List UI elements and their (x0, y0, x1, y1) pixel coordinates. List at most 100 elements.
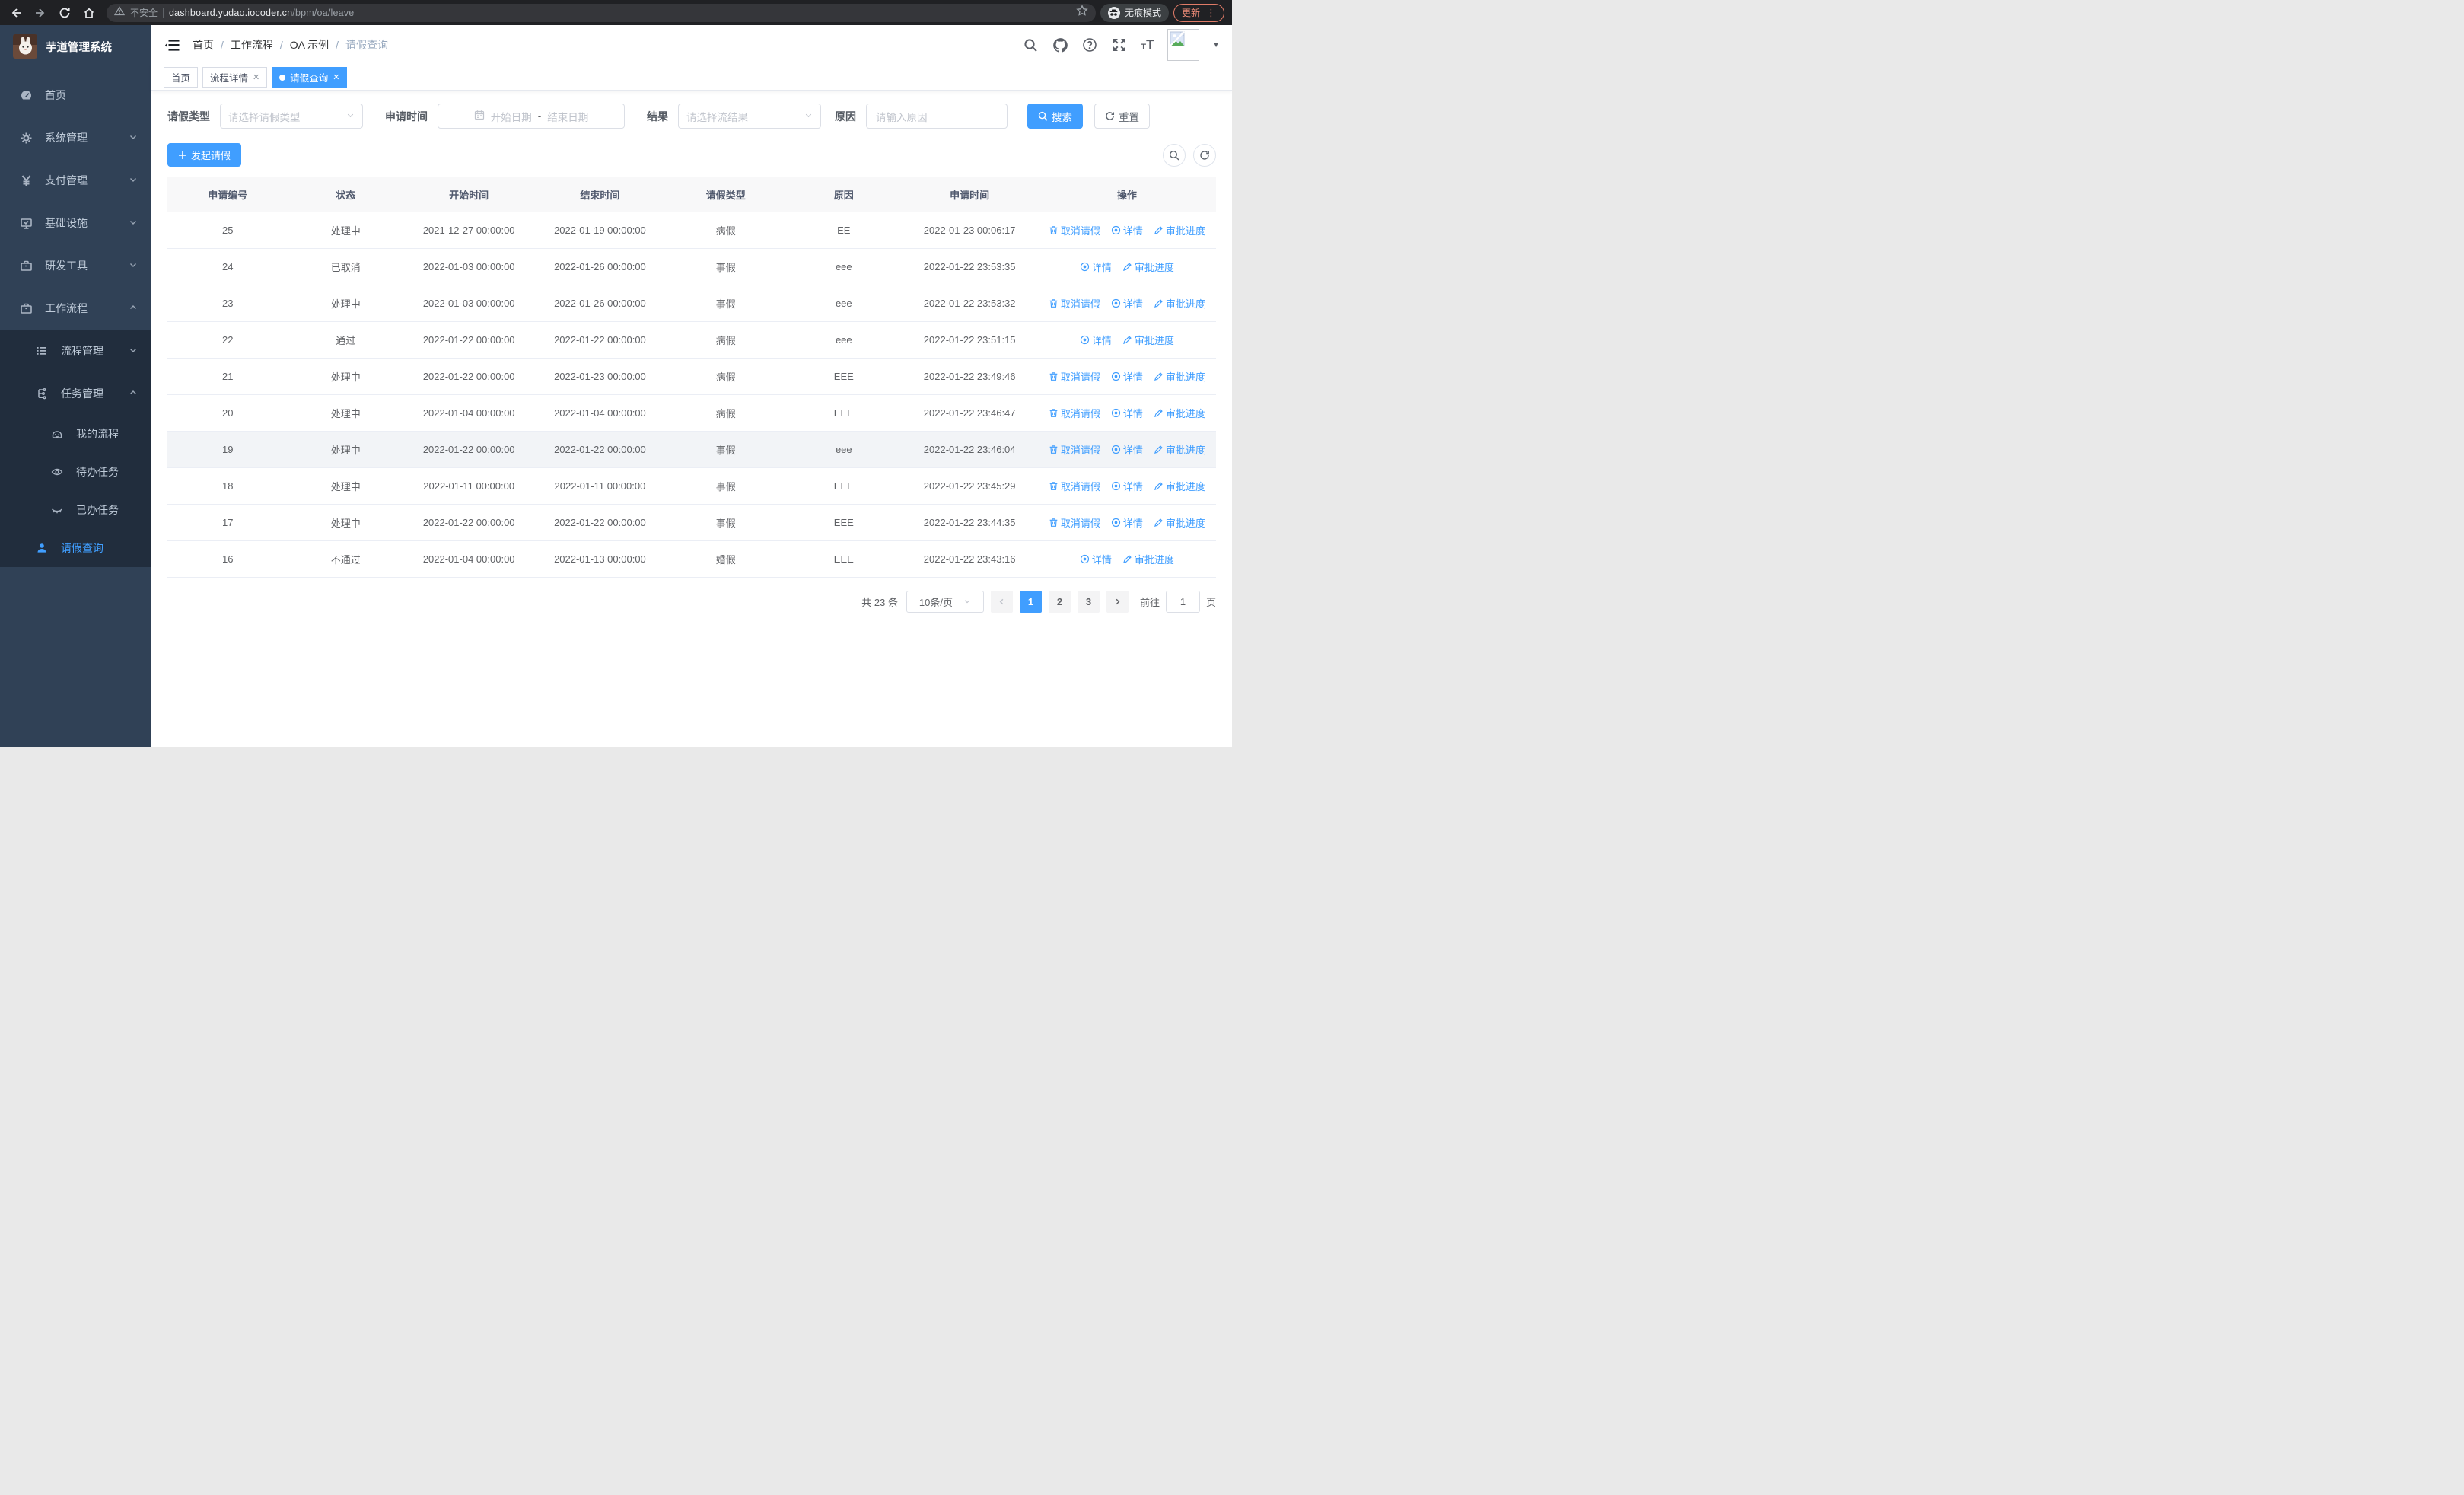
total-count: 共 23 条 (861, 596, 898, 608)
forward-icon[interactable] (32, 5, 49, 21)
url-bar[interactable]: 不安全 dashboard.yudao.iocoder.cn/bpm/oa/le… (107, 3, 1096, 22)
row-action-progress[interactable]: 审批进度 (1154, 442, 1205, 457)
row-action-label: 取消请假 (1060, 444, 1100, 456)
sidebar-item-done-tasks[interactable]: 已办任务 (0, 491, 151, 529)
row-action-detail[interactable]: 详情 (1080, 333, 1112, 347)
row-action-detail[interactable]: 详情 (1111, 296, 1143, 311)
sidebar-item-workflow[interactable]: 工作流程 (0, 287, 151, 330)
sidebar-item-process-mgmt[interactable]: 流程管理 (0, 330, 151, 372)
reason-input[interactable]: 请输入原因 (866, 104, 1008, 129)
search-icon[interactable] (1022, 37, 1039, 53)
sidebar-collapse-icon[interactable] (164, 37, 180, 53)
row-action-progress[interactable]: 审批进度 (1122, 552, 1174, 566)
create-leave-button[interactable]: 发起请假 (167, 143, 242, 167)
row-action-detail[interactable]: 详情 (1111, 223, 1143, 237)
row-action-cancel[interactable]: 取消请假 (1049, 223, 1100, 237)
table-row: 16 不通过 2022-01-04 00:00:00 2022-01-13 00:00… (167, 540, 1216, 578)
fullscreen-icon[interactable] (1111, 37, 1128, 53)
search-button[interactable]: 搜索 (1027, 104, 1083, 129)
row-action-detail[interactable]: 详情 (1111, 369, 1143, 384)
avatar[interactable] (1167, 29, 1200, 61)
date-range-picker[interactable]: 开始日期 - 结束日期 (438, 104, 625, 129)
row-action-progress[interactable]: 审批进度 (1122, 333, 1174, 347)
row-action-cancel[interactable]: 取消请假 (1049, 296, 1100, 311)
next-page-button[interactable] (1106, 590, 1129, 613)
row-action-progress[interactable]: 审批进度 (1122, 260, 1174, 274)
row-action-progress[interactable]: 审批进度 (1154, 369, 1205, 384)
close-icon[interactable]: ✕ (333, 72, 339, 82)
bookmark-star-icon[interactable] (1076, 5, 1088, 21)
cell-type: 婚假 (665, 540, 787, 578)
leave-type-select[interactable]: 请选择请假类型 (220, 104, 363, 129)
browser-menu-icon[interactable]: ⋮ (1206, 7, 1216, 19)
row-action-label: 审批进度 (1165, 407, 1205, 419)
cell-actions: 取消请假 详情 审批进度 (1037, 467, 1216, 505)
result-select[interactable]: 请选择流结果 (678, 104, 821, 129)
active-dot (279, 74, 286, 81)
row-action-detail[interactable]: 详情 (1080, 552, 1112, 566)
sidebar-item-leave-query[interactable]: 请假查询 (0, 529, 151, 567)
cell-type: 病假 (665, 358, 787, 395)
tag-home[interactable]: 首页 (164, 67, 199, 88)
reset-button[interactable]: 重置 (1094, 104, 1150, 129)
row-action-detail[interactable]: 详情 (1111, 442, 1143, 457)
row-action-progress[interactable]: 审批进度 (1154, 515, 1205, 530)
cell-apply_time: 2022-01-22 23:44:35 (901, 504, 1038, 541)
security-label: 不安全 (130, 8, 158, 18)
tag-leave-query[interactable]: 请假查询 ✕ (272, 67, 348, 88)
sidebar-item-my-process[interactable]: 我的流程 (0, 415, 151, 453)
row-action-cancel[interactable]: 取消请假 (1049, 515, 1100, 530)
sidebar-logo[interactable]: 芋道管理系统 (0, 25, 151, 68)
page-button-1[interactable]: 1 (1019, 590, 1042, 613)
sidebar-item-home[interactable]: 首页 (0, 74, 151, 116)
help-icon[interactable] (1081, 37, 1098, 53)
sidebar-item-payment[interactable]: 支付管理 (0, 159, 151, 202)
cell-type: 事假 (665, 248, 787, 285)
row-action-progress[interactable]: 审批进度 (1154, 223, 1205, 237)
sidebar-item-infra[interactable]: 基础设施 (0, 202, 151, 244)
github-icon[interactable] (1052, 37, 1068, 53)
back-icon[interactable] (8, 5, 24, 21)
row-action-cancel[interactable]: 取消请假 (1049, 442, 1100, 457)
cell-id: 16 (167, 540, 288, 578)
row-action-cancel[interactable]: 取消请假 (1049, 479, 1100, 493)
toggle-search-button[interactable] (1163, 143, 1186, 167)
reload-icon[interactable] (56, 5, 73, 21)
sidebar-item-label: 研发工具 (45, 260, 88, 272)
sidebar-item-devtools[interactable]: 研发工具 (0, 244, 151, 287)
delete-icon (1049, 298, 1059, 308)
page-button-2[interactable]: 2 (1048, 590, 1071, 613)
font-size-icon[interactable]: TT (1141, 38, 1154, 52)
row-action-progress[interactable]: 审批进度 (1154, 296, 1205, 311)
row-action-detail[interactable]: 详情 (1111, 406, 1143, 420)
row-action-progress[interactable]: 审批进度 (1154, 406, 1205, 420)
row-action-progress[interactable]: 审批进度 (1154, 479, 1205, 493)
row-action-cancel[interactable]: 取消请假 (1049, 406, 1100, 420)
home-icon[interactable] (81, 5, 97, 21)
breadcrumb-workflow[interactable]: 工作流程 (231, 37, 273, 53)
placeholder: 请选择请假类型 (228, 111, 301, 123)
breadcrumb-oa-example[interactable]: OA 示例 (290, 37, 329, 53)
close-icon[interactable]: ✕ (253, 72, 259, 82)
sidebar-item-todo-tasks[interactable]: 待办任务 (0, 453, 151, 491)
row-action-cancel[interactable]: 取消请假 (1049, 369, 1100, 384)
gear-icon (19, 132, 33, 145)
breadcrumb-home[interactable]: 首页 (193, 37, 214, 53)
sidebar-item-task-mgmt[interactable]: 任务管理 (0, 372, 151, 415)
update-button[interactable]: 更新 ⋮ (1173, 3, 1224, 22)
row-action-detail[interactable]: 详情 (1111, 515, 1143, 530)
row-action-detail[interactable]: 详情 (1080, 260, 1112, 274)
cell-actions: 详情 审批进度 (1037, 248, 1216, 285)
cell-status: 不通过 (288, 540, 404, 578)
row-action-detail[interactable]: 详情 (1111, 479, 1143, 493)
refresh-button[interactable] (1193, 143, 1216, 167)
tag-process-detail[interactable]: 流程详情 ✕ (202, 67, 268, 88)
user-menu-caret-icon[interactable]: ▼ (1212, 41, 1220, 49)
page-size-select[interactable]: 10条/页 (906, 590, 984, 613)
chevron-down-icon (129, 345, 138, 357)
sidebar-item-system[interactable]: 系统管理 (0, 116, 151, 159)
prev-page-button[interactable] (990, 590, 1013, 613)
tag-label: 首页 (171, 73, 191, 84)
goto-page-input[interactable]: 1 (1165, 590, 1200, 613)
page-button-3[interactable]: 3 (1077, 590, 1100, 613)
